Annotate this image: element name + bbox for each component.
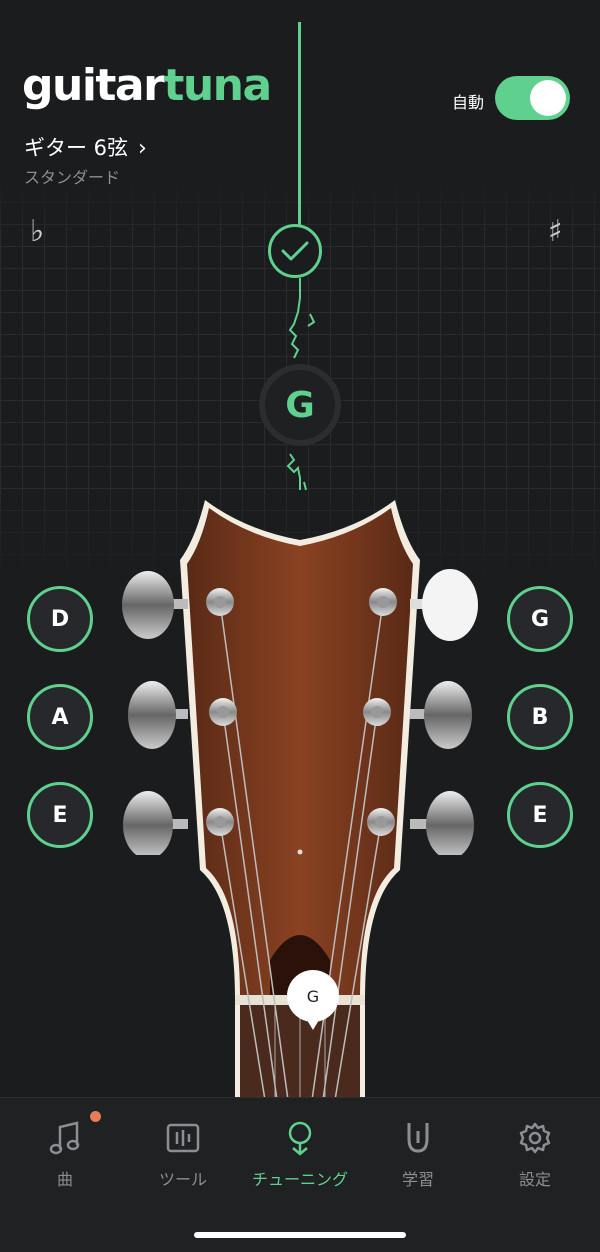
tuning-fork-icon (240, 1118, 360, 1158)
string-button-g[interactable]: G (507, 586, 573, 652)
flat-icon: ♭ (30, 214, 45, 249)
detected-note: G (259, 364, 341, 446)
tab-learn-label: 学習 (401, 1170, 434, 1189)
tab-settings-label: 設定 (518, 1170, 551, 1189)
tab-songs[interactable]: 曲 (5, 1118, 125, 1190)
chevron-right-icon: › (138, 136, 147, 161)
left-tuning-keys (122, 571, 188, 855)
string-button-a[interactable]: A (27, 684, 93, 750)
auto-label: 自動 (452, 93, 485, 112)
tuner-needle (298, 22, 301, 232)
tab-bar: 曲 ツール チューニング 学習 設定 (0, 1097, 600, 1252)
tab-tuning-label: チューニング (251, 1170, 348, 1189)
string-button-e-high[interactable]: E (507, 782, 573, 848)
home-indicator (194, 1232, 406, 1238)
app-logo: guitartuna (22, 60, 272, 111)
instrument-selector[interactable]: ギター 6弦 › (24, 132, 147, 162)
music-note-icon (5, 1118, 125, 1158)
gear-icon (475, 1118, 595, 1158)
tab-tools[interactable]: ツール (123, 1118, 243, 1190)
tab-learn[interactable]: 学習 (358, 1118, 478, 1190)
tab-tools-label: ツール (158, 1170, 207, 1189)
sharp-icon: ♯ (548, 214, 563, 249)
tab-songs-label: 曲 (56, 1170, 73, 1189)
string-button-b[interactable]: B (507, 684, 573, 750)
string-button-e-low[interactable]: E (27, 782, 93, 848)
tuning-label: スタンダード (24, 168, 121, 187)
tab-settings[interactable]: 設定 (475, 1118, 595, 1190)
auto-toggle[interactable] (495, 76, 570, 120)
toggle-knob (530, 80, 566, 116)
tools-icon (123, 1118, 243, 1158)
current-string-indicator: G (287, 970, 339, 1030)
tab-tuning[interactable]: チューニング (240, 1118, 360, 1190)
instrument-label: ギター 6弦 (24, 136, 129, 160)
in-tune-check-icon (268, 224, 322, 278)
right-tuning-keys (410, 569, 478, 855)
learn-icon (358, 1118, 478, 1158)
notification-badge (90, 1111, 101, 1122)
string-button-d[interactable]: D (27, 586, 93, 652)
